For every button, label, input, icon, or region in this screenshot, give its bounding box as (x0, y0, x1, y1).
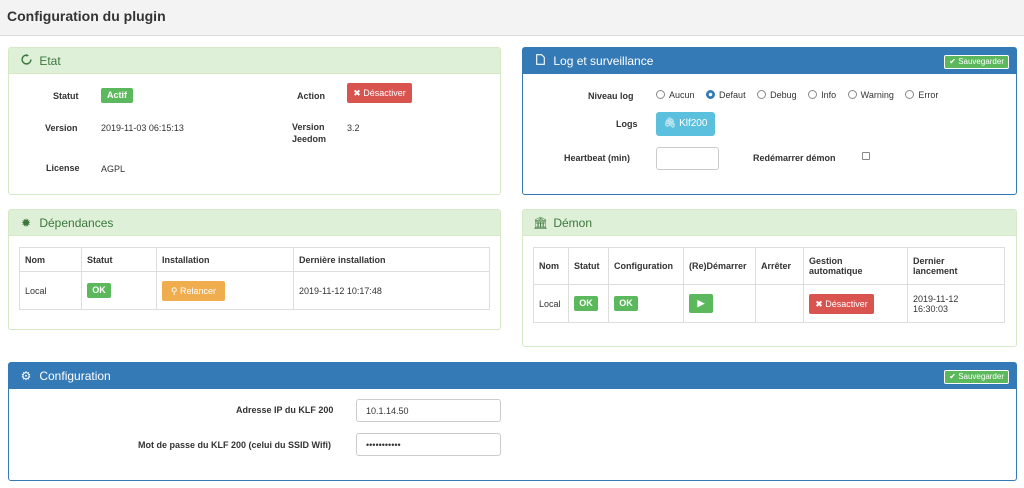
radio-icon (847, 90, 857, 99)
log-panel: Log et surveillance ✔ Sauvegarder (522, 47, 1017, 195)
heartbeat-label: Heartbeat (min) (564, 153, 631, 163)
log-panel-heading: Log et surveillance ✔ Sauvegarder (523, 48, 1016, 74)
bank-icon: 🏛 (533, 216, 549, 230)
version-value: 2019-11-03 06:15:13 (101, 123, 184, 133)
log-save-button[interactable]: ✔ Sauvegarder (944, 55, 1009, 69)
col-installation: Installation (156, 247, 294, 272)
radio-icon (905, 90, 915, 99)
col-dernier-lancement: Dernier lancement (907, 247, 1005, 285)
dep-statut-badge: OK (87, 283, 111, 298)
log-klf200-button[interactable]: 🖇 Klf200 (656, 112, 715, 136)
statut-badge: Actif (101, 88, 133, 103)
etat-title: Etat (39, 54, 61, 68)
version-jeedom-label-2: Jeedom (292, 134, 327, 144)
gears-icon: ⚙ (20, 369, 32, 383)
radio-warning[interactable]: Warning (847, 90, 894, 100)
logs-label: Logs (616, 119, 638, 129)
table-row: Local OK OK ▶ ✖ Désactiver 2019-11-12 16:… (533, 284, 1005, 323)
config-panel: ⚙ Configuration ✔ Sauvegarder (8, 362, 1017, 481)
dep-installation-cell: ⚲ Relancer (156, 271, 294, 310)
demon-redemarrer-cell: ▶ (683, 284, 756, 323)
paperclip-icon: 🖇 (663, 118, 677, 129)
ip-input[interactable]: 10.1.14.50 (356, 399, 501, 422)
dependances-title: Dépendances (39, 216, 114, 230)
dep-statut-cell: OK (81, 271, 157, 310)
dependances-table: Nom Statut Installation Dernière install… (19, 247, 490, 310)
etat-panel: Etat (8, 47, 501, 195)
config-save-button[interactable]: ✔ Sauvegarder (944, 370, 1009, 384)
radio-checked-icon (706, 90, 716, 99)
statut-label: Statut (53, 91, 79, 101)
version-jeedom-label-1: Version (292, 122, 325, 132)
niveau-log-label: Niveau log (588, 91, 634, 101)
col-redemarrer: (Re)Démarrer (683, 247, 756, 285)
col-gestion: Gestion automatique (803, 247, 908, 285)
col-nom: Nom (19, 247, 82, 272)
col-configuration: Configuration (608, 247, 684, 285)
demon-title: Démon (553, 216, 593, 230)
col-statut: Statut (568, 247, 609, 285)
col-derniere-installation: Dernière installation (293, 247, 490, 272)
version-label: Version (45, 123, 78, 133)
password-input[interactable]: ••••••••••• (356, 433, 501, 456)
demon-nom: Local (533, 284, 569, 323)
refresh-icon (19, 48, 33, 74)
col-nom: Nom (533, 247, 569, 285)
dep-derniere: 2019-11-12 10:17:48 (293, 271, 490, 310)
relancer-button[interactable]: ⚲ Relancer (162, 280, 225, 301)
play-icon: ▶ (697, 298, 705, 308)
table-row: Local OK ⚲ Relancer 2019-11-12 10:17:48 (19, 271, 490, 310)
log-title: Log et surveillance (553, 54, 654, 68)
dependances-panel-heading: ✹ Dépendances (9, 210, 500, 236)
demon-statut-cell: OK (568, 284, 609, 323)
password-label: Mot de passe du KLF 200 (celui du SSID W… (138, 440, 331, 450)
radio-icon (757, 90, 767, 99)
bicycle-icon: ⚲ (170, 285, 178, 296)
demon-configuration-cell: OK (608, 284, 684, 323)
heartbeat-input[interactable] (656, 147, 719, 170)
table-header-row: Nom Statut Configuration (Re)Démarrer Ar… (533, 247, 1005, 285)
dep-nom: Local (19, 271, 82, 310)
redemarrer-play-button[interactable]: ▶ (689, 294, 713, 313)
demon-configuration-badge: OK (614, 296, 638, 311)
config-title: Configuration (39, 369, 111, 383)
col-arreter: Arrêter (755, 247, 804, 285)
gestion-desactiver-button[interactable]: ✖ Désactiver (809, 293, 874, 314)
demon-panel-heading: 🏛 Démon (523, 210, 1016, 236)
demon-gestion-cell: ✖ Désactiver (803, 284, 908, 323)
radio-debug[interactable]: Debug (757, 90, 797, 100)
config-panel-heading: ⚙ Configuration ✔ Sauvegarder (9, 363, 1016, 389)
radio-info[interactable]: Info (808, 90, 836, 100)
radio-defaut[interactable]: Defaut (706, 90, 746, 100)
license-value: AGPL (101, 164, 126, 174)
ip-label: Adresse IP du KLF 200 (236, 405, 334, 415)
radio-error[interactable]: Error (905, 90, 938, 100)
page-header: Configuration du plugin (0, 0, 1024, 36)
license-label: License (46, 163, 80, 173)
demon-dernier-cell: 2019-11-12 16:30:03 (907, 284, 1005, 323)
file-icon (533, 48, 547, 74)
gear-icon: ✹ (20, 216, 32, 230)
demon-table: Nom Statut Configuration (Re)Démarrer Ar… (533, 247, 1005, 323)
demon-statut-badge: OK (574, 296, 598, 311)
redemarrer-demon-checkbox[interactable] (862, 152, 870, 160)
demon-arreter-cell (755, 284, 804, 323)
redemarrer-demon-label: Redémarrer démon (753, 153, 836, 163)
close-icon: ✖ (815, 298, 823, 309)
action-label: Action (297, 91, 325, 101)
table-header-row: Nom Statut Installation Dernière install… (19, 247, 490, 272)
radio-icon (808, 90, 818, 99)
check-icon: ✔ (949, 57, 956, 66)
check-icon: ✔ (949, 372, 956, 381)
desactiver-plugin-button[interactable]: ✖ Désactiver (347, 83, 412, 103)
log-level-radio-group: Aucun Defaut Debug Info Warning Error (656, 90, 938, 100)
page-title: Configuration du plugin (7, 8, 166, 24)
radio-aucun[interactable]: Aucun (656, 90, 695, 100)
radio-icon (656, 90, 665, 99)
col-statut: Statut (81, 247, 157, 272)
close-icon: ✖ (353, 88, 361, 98)
version-jeedom-value: 3.2 (347, 123, 360, 133)
etat-panel-heading: Etat (9, 48, 500, 74)
